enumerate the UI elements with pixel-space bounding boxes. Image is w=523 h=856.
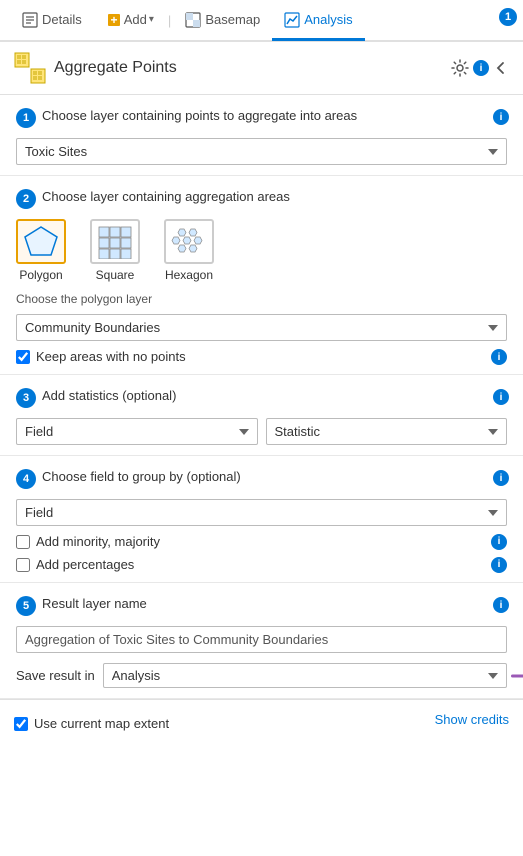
nav-add-label: Add — [124, 12, 147, 27]
section-2-label: 2 Choose layer containing aggregation ar… — [16, 188, 507, 209]
layer-dropdown-1[interactable]: Toxic Sites — [16, 138, 507, 165]
top-nav: Details + Add ▾ | Basemap Analysis 1 — [0, 0, 523, 42]
polygon-icon — [23, 225, 59, 259]
polygon-sublabel: Choose the polygon layer — [16, 292, 507, 306]
nav-float-circle-1[interactable]: 1 — [499, 8, 517, 26]
statistic-dropdown[interactable]: Statistic — [266, 418, 508, 445]
panel-header: Aggregate Points i 2 — [0, 42, 523, 95]
basemap-icon — [185, 12, 201, 28]
nav-basemap-label: Basemap — [205, 12, 260, 27]
field-stat-row: Field Statistic — [16, 418, 507, 445]
section-5-title: Result layer name — [42, 595, 147, 613]
step-4-circle: 4 — [16, 469, 36, 489]
minority-majority-label: Add minority, majority — [36, 534, 160, 549]
panel-info-icon[interactable]: i — [473, 60, 489, 76]
minority-majority-row: Add minority, majority i — [16, 534, 507, 549]
shape-hexagon[interactable]: Hexagon — [164, 219, 214, 282]
section-3-label: 3 Add statistics (optional) — [16, 387, 507, 408]
percentages-checkbox[interactable] — [16, 558, 30, 572]
panel-title-row: Aggregate Points — [14, 52, 177, 84]
section-1-info-icon[interactable]: i — [493, 109, 509, 125]
square-label: Square — [96, 268, 135, 282]
purple-indicator — [511, 674, 523, 677]
save-label: Save result in — [16, 668, 95, 683]
section-4-info-icon[interactable]: i — [493, 470, 509, 486]
group-field-dropdown[interactable]: Field — [16, 499, 507, 526]
step-3-circle: 3 — [16, 388, 36, 408]
step-1-circle: 1 — [16, 108, 36, 128]
svg-text:+: + — [110, 13, 117, 27]
show-credits-link[interactable]: Show credits — [435, 712, 509, 727]
section-4: 4 Choose field to group by (optional) i … — [0, 456, 523, 583]
save-row: Save result in Analysis 5 — [16, 663, 507, 688]
bottom-bar: 6 7 Use current map extent Show credits — [0, 699, 523, 739]
aggregate-icon — [14, 52, 46, 84]
percentages-label: Add percentages — [36, 557, 134, 572]
section-1: 1 Choose layer containing points to aggr… — [0, 95, 523, 176]
map-extent-checkbox[interactable] — [14, 717, 28, 731]
result-name-input[interactable] — [16, 626, 507, 653]
minority-info-icon[interactable]: i — [491, 534, 507, 550]
aggregation-layer-dropdown[interactable]: Community Boundaries — [16, 314, 507, 341]
keep-areas-checkbox[interactable] — [16, 350, 30, 364]
field-dropdown[interactable]: Field — [16, 418, 258, 445]
nav-add-chevron: ▾ — [149, 14, 154, 25]
section-5: 4 5 Result layer name i Save result in A… — [0, 583, 523, 699]
keep-areas-label: Keep areas with no points — [36, 349, 186, 364]
section-1-title: Choose layer containing points to aggreg… — [42, 107, 357, 125]
nav-divider1: | — [166, 13, 173, 28]
hexagon-icon — [171, 225, 207, 259]
back-arrow-icon[interactable] — [493, 60, 509, 76]
section-2-title: Choose layer containing aggregation area… — [42, 188, 290, 206]
percentages-row: Add percentages i — [16, 557, 507, 572]
analysis-icon — [284, 12, 300, 28]
details-icon — [22, 12, 38, 28]
section-2: 2 Choose layer containing aggregation ar… — [0, 176, 523, 375]
nav-item-analysis[interactable]: Analysis — [272, 1, 364, 41]
panel-title: Aggregate Points — [54, 59, 177, 77]
save-dropdown[interactable]: Analysis — [103, 663, 507, 688]
step-2-circle: 2 — [16, 189, 36, 209]
gear-icon[interactable] — [451, 59, 469, 77]
square-icon — [97, 225, 133, 259]
section-1-label: 1 Choose layer containing points to aggr… — [16, 107, 507, 128]
polygon-box[interactable] — [16, 219, 66, 264]
panel-header-actions: i 2 — [451, 59, 509, 77]
section-5-label: 5 Result layer name — [16, 595, 507, 616]
nav-details-label: Details — [42, 12, 82, 27]
hexagon-box[interactable] — [164, 219, 214, 264]
section-4-title: Choose field to group by (optional) — [42, 468, 241, 486]
hexagon-label: Hexagon — [165, 268, 213, 282]
square-box[interactable] — [90, 219, 140, 264]
section-5-info-icon[interactable]: i — [493, 597, 509, 613]
add-icon: + — [106, 12, 122, 28]
section-3: 3 Add statistics (optional) i Field Stat… — [0, 375, 523, 456]
nav-item-details[interactable]: Details — [10, 1, 94, 41]
keep-areas-checkbox-row: Keep areas with no points i — [16, 349, 507, 364]
shape-polygon[interactable]: Polygon — [16, 219, 66, 282]
section-3-info-icon[interactable]: i — [493, 389, 509, 405]
map-extent-row: Use current map extent — [14, 716, 169, 731]
nav-item-add[interactable]: + Add ▾ — [94, 1, 166, 41]
section-4-label: 4 Choose field to group by (optional) — [16, 468, 507, 489]
map-extent-label: Use current map extent — [34, 716, 169, 731]
nav-item-basemap[interactable]: Basemap — [173, 1, 272, 41]
minority-majority-checkbox[interactable] — [16, 535, 30, 549]
section-3-title: Add statistics (optional) — [42, 387, 176, 405]
nav-analysis-label: Analysis — [304, 12, 352, 27]
polygon-label: Polygon — [19, 268, 62, 282]
shape-square[interactable]: Square — [90, 219, 140, 282]
percentages-info-icon[interactable]: i — [491, 557, 507, 573]
step-5-circle: 5 — [16, 596, 36, 616]
keep-areas-info-icon[interactable]: i — [491, 349, 507, 365]
shape-row: Polygon Square — [16, 219, 507, 282]
